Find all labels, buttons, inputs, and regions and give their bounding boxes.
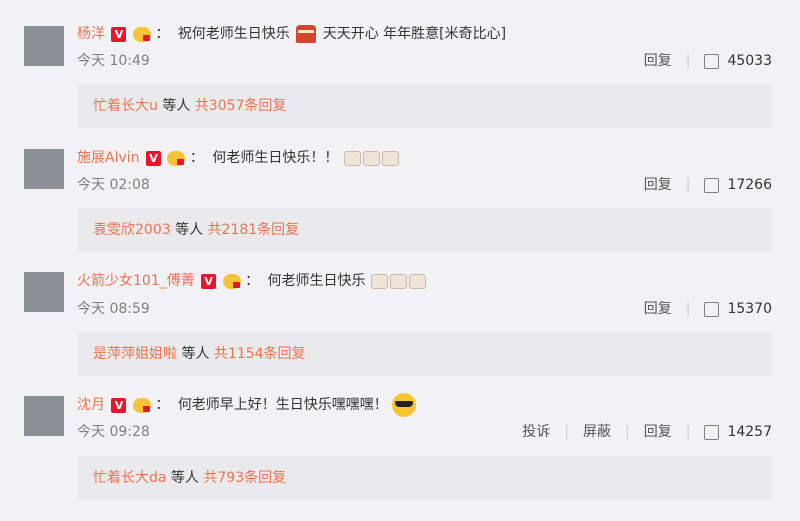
comment-body: 杨洋 V ： 祝何老师生日快乐 天天开心 年年胜意[米奇比心] xyxy=(77,23,506,45)
small-cake-emoji xyxy=(362,150,380,166)
username[interactable]: 沈月 xyxy=(77,397,105,413)
next-comment-partial xyxy=(77,515,757,521)
reply-summary[interactable]: 是萍萍姐姐啦 等人 共1154条回复 xyxy=(77,332,772,376)
verified-v-icon[interactable]: V xyxy=(111,26,127,42)
fan-badge-icon[interactable] xyxy=(132,26,151,42)
reply-button[interactable]: 回复 xyxy=(644,51,672,71)
verified-v-icon[interactable]: V xyxy=(145,150,161,166)
verified-v-icon[interactable]: V xyxy=(111,397,127,413)
reply-button[interactable]: 回复 xyxy=(644,175,672,195)
reply-summary[interactable]: 袁雯欣2003 等人 共2181条回复 xyxy=(77,208,772,252)
like-button[interactable]: 17266 xyxy=(704,175,772,195)
block-button[interactable]: 屏蔽 xyxy=(583,422,611,442)
divider: | xyxy=(685,53,691,69)
small-cake-emoji xyxy=(343,150,361,166)
comment-body: 火箭少女101_傅菁 V ： 何老师生日快乐 xyxy=(77,270,427,292)
fan-badge-icon[interactable] xyxy=(167,150,186,166)
thumbs-up-icon xyxy=(704,301,720,317)
comment-actions: 回复 | 15370 xyxy=(644,299,772,319)
small-cake-emoji xyxy=(390,273,407,289)
comment-meta: 今天 09:28 投诉 | 屏蔽 | 回复 | 14257 xyxy=(77,422,772,442)
comment-feed: 杨洋 V ： 祝何老师生日快乐 天天开心 年年胜意[米奇比心] 今天 10:49… xyxy=(0,0,800,521)
colon: ： xyxy=(155,26,170,42)
avatar[interactable] xyxy=(24,149,64,189)
comment-meta: 今天 08:59 回复 | 15370 xyxy=(77,299,772,319)
comment-text: 何老师生日快乐 xyxy=(267,273,366,289)
avatar[interactable] xyxy=(24,26,64,66)
comment-meta: 今天 02:08 回复 | 17266 xyxy=(77,175,772,195)
timestamp: 今天 08:59 xyxy=(77,301,150,317)
comment-body: 沈月 V ： 何老师早上好！生日快乐嘿嘿嘿！ xyxy=(77,393,417,417)
comment-text: 祝何老师生日快乐 xyxy=(177,26,290,42)
small-cake-emoji xyxy=(409,273,426,289)
avatar[interactable] xyxy=(24,272,64,312)
reply-user-link[interactable]: 是萍萍姐姐啦 xyxy=(93,346,177,362)
like-count: 45033 xyxy=(727,53,772,69)
reply-summary[interactable]: 忙着长大da 等人 共793条回复 xyxy=(77,456,772,500)
thumbs-up-icon xyxy=(704,53,720,69)
fan-badge-icon[interactable] xyxy=(222,273,241,289)
comment-actions: 投诉 | 屏蔽 | 回复 | 14257 xyxy=(522,422,772,442)
comment-text: 何老师生日快乐！！ xyxy=(212,150,339,166)
like-button[interactable]: 15370 xyxy=(704,299,772,319)
avatar[interactable] xyxy=(24,396,64,436)
username[interactable]: 杨洋 xyxy=(77,26,105,42)
sunglasses-emoji xyxy=(392,393,417,417)
reply-button[interactable]: 回复 xyxy=(644,299,672,319)
comment-body: 施展Alvin V ： 何老师生日快乐！！ xyxy=(77,147,400,169)
reply-user-link[interactable]: 忙着长大u xyxy=(93,98,158,114)
timestamp: 今天 02:08 xyxy=(77,177,150,193)
small-cake-emoji xyxy=(371,273,388,289)
birthday-cake-emoji xyxy=(296,25,317,43)
small-cake-emoji xyxy=(381,150,399,166)
fan-badge-icon[interactable] xyxy=(132,397,151,413)
timestamp: 今天 10:49 xyxy=(77,53,150,69)
reply-button[interactable]: 回复 xyxy=(644,422,672,442)
like-button[interactable]: 14257 xyxy=(704,422,772,442)
thumbs-up-icon xyxy=(704,424,720,440)
divider: | xyxy=(625,424,630,440)
thumbs-up-icon xyxy=(704,177,720,193)
divider: | xyxy=(564,424,570,440)
divider: | xyxy=(685,177,691,193)
like-count: 17266 xyxy=(727,177,772,193)
reply-mid-text: 等人 xyxy=(177,346,214,362)
username[interactable]: 施展Alvin xyxy=(77,150,140,166)
verified-v-icon[interactable]: V xyxy=(201,273,217,289)
reply-mid-text: 等人 xyxy=(170,222,208,238)
divider: | xyxy=(685,424,691,440)
colon: ： xyxy=(245,273,260,289)
comment-actions: 回复 | 45033 xyxy=(644,51,772,71)
total-replies-link[interactable]: 共3057条回复 xyxy=(195,98,287,114)
reply-mid-text: 等人 xyxy=(157,98,195,114)
reply-user-link[interactable]: 袁雯欣2003 xyxy=(93,222,171,238)
like-button[interactable]: 45033 xyxy=(704,51,772,71)
timestamp: 今天 09:28 xyxy=(77,424,150,440)
report-button[interactable]: 投诉 xyxy=(522,422,550,442)
username[interactable]: 火箭少女101_傅菁 xyxy=(77,273,195,289)
comment-text: 何老师早上好！生日快乐嘿嘿嘿！ xyxy=(177,397,388,413)
divider: | xyxy=(685,301,691,317)
total-replies-link[interactable]: 共1154条回复 xyxy=(214,346,306,362)
comment-actions: 回复 | 17266 xyxy=(644,175,772,195)
reply-summary[interactable]: 忙着长大u 等人 共3057条回复 xyxy=(77,84,772,128)
total-replies-link[interactable]: 共2181条回复 xyxy=(208,222,300,238)
comment-meta: 今天 10:49 回复 | 45033 xyxy=(77,51,772,71)
colon: ： xyxy=(189,150,204,166)
colon: ： xyxy=(155,397,170,413)
total-replies-link[interactable]: 共793条回复 xyxy=(203,470,286,486)
like-count: 14257 xyxy=(727,424,772,440)
comment-text-continued: 天天开心 年年胜意[米奇比心] xyxy=(322,26,507,42)
reply-user-link[interactable]: 忙着长大da xyxy=(93,470,166,486)
like-count: 15370 xyxy=(727,301,772,317)
reply-mid-text: 等人 xyxy=(166,470,204,486)
